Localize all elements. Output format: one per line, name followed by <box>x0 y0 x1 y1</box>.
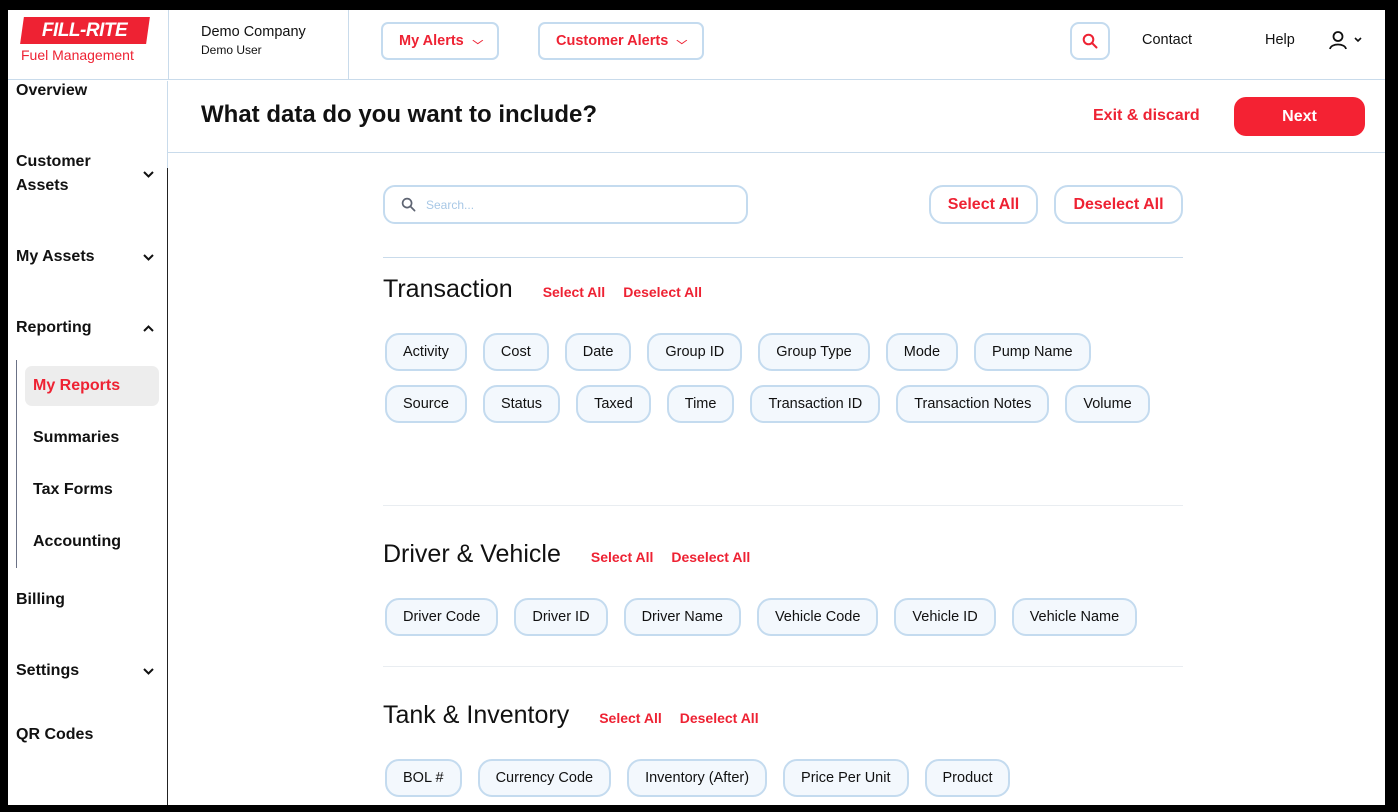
user-icon <box>1329 31 1347 50</box>
field-chip[interactable]: Currency Code <box>477 759 612 797</box>
contact-link[interactable]: Contact <box>1142 32 1192 48</box>
section-deselect-all[interactable]: Deselect All <box>680 710 759 726</box>
customer-alerts-dropdown[interactable]: Customer Alerts ⌵ <box>538 22 704 60</box>
logo-badge: FILL-RITE <box>20 17 150 44</box>
section-select-all[interactable]: Select All <box>543 284 606 300</box>
chevron-up-icon <box>143 324 154 332</box>
sidebar: Overview Customer Assets My Assets Repor… <box>8 81 167 805</box>
help-link[interactable]: Help <box>1265 32 1295 48</box>
field-chip[interactable]: Driver ID <box>514 598 608 636</box>
my-alerts-dropdown[interactable]: My Alerts ⌵ <box>381 22 500 60</box>
field-chip[interactable]: Driver Name <box>623 598 741 636</box>
field-chip[interactable]: BOL # <box>385 759 462 797</box>
search-icon <box>1082 33 1098 49</box>
deselect-all-button[interactable]: Deselect All <box>1054 185 1183 224</box>
chevron-down-icon: ⌵ <box>472 35 483 47</box>
section-deselect-all[interactable]: Deselect All <box>671 549 750 565</box>
chip-list: BOL # Currency Code Inventory (After) Price… <box>385 759 1185 797</box>
my-alerts-label: My Alerts <box>399 33 464 49</box>
field-chip[interactable]: Group Type <box>758 333 870 371</box>
chevron-down-icon <box>143 667 154 675</box>
field-chip[interactable]: Vehicle Code <box>756 598 879 636</box>
app-window: FILL-RITE Fuel Management Demo Company D… <box>8 10 1385 805</box>
customer-alerts-label: Customer Alerts <box>556 33 669 49</box>
section-deselect-all[interactable]: Deselect All <box>623 284 702 300</box>
divider <box>383 505 1183 506</box>
sidebar-divider <box>167 168 168 805</box>
field-search[interactable] <box>383 185 748 224</box>
field-chip[interactable]: Mode <box>885 333 959 371</box>
section-header-transaction: Transaction Select All Deselect All <box>383 275 702 304</box>
sidebar-item-customer-assets[interactable]: Customer Assets <box>16 150 158 198</box>
field-chip[interactable]: Taxed <box>576 385 651 423</box>
field-chip[interactable]: Pump Name <box>974 333 1091 371</box>
field-chip[interactable]: Time <box>666 385 735 423</box>
select-all-button[interactable]: Select All <box>929 185 1038 224</box>
sidebar-subitem-accounting[interactable]: Accounting <box>25 522 159 562</box>
sidebar-subitem-my-reports[interactable]: My Reports <box>25 366 159 406</box>
section-title: Tank & Inventory <box>383 701 570 729</box>
section-select-all[interactable]: Select All <box>599 710 662 726</box>
field-chip[interactable]: Transaction Notes <box>896 385 1050 423</box>
section-header-tank-inventory: Tank & Inventory Select All Deselect All <box>383 701 759 730</box>
divider <box>383 257 1183 258</box>
field-chip[interactable]: Vehicle Name <box>1011 598 1138 636</box>
field-chip[interactable]: Driver Code <box>385 598 499 636</box>
sidebar-subitem-summaries[interactable]: Summaries <box>25 418 159 458</box>
logo-subtitle: Fuel Management <box>21 47 134 63</box>
field-chip[interactable]: Source <box>385 385 467 423</box>
field-chip[interactable]: Inventory (After) <box>627 759 768 797</box>
section-select-all[interactable]: Select All <box>591 549 654 565</box>
sidebar-item-settings[interactable]: Settings <box>16 659 158 683</box>
field-chip[interactable]: Price Per Unit <box>783 759 909 797</box>
field-chip[interactable]: Volume <box>1065 385 1150 423</box>
user-name: Demo User <box>201 43 262 57</box>
search-input[interactable] <box>426 197 716 212</box>
sidebar-item-qr-codes[interactable]: QR Codes <box>16 723 158 747</box>
chevron-down-icon <box>143 253 154 261</box>
field-chip[interactable]: Group ID <box>647 333 743 371</box>
chevron-down-icon <box>1354 37 1362 43</box>
sidebar-item-my-assets[interactable]: My Assets <box>16 245 158 269</box>
field-chip[interactable]: Activity <box>385 333 467 371</box>
sidebar-item-billing[interactable]: Billing <box>16 588 158 612</box>
submenu-rail <box>16 360 17 568</box>
next-button[interactable]: Next <box>1234 97 1365 136</box>
fill-rite-logo[interactable]: FILL-RITE Fuel Management <box>20 17 154 63</box>
exit-discard-link[interactable]: Exit & discard <box>1093 107 1200 125</box>
divider <box>383 666 1183 667</box>
chevron-down-icon: ⌵ <box>676 35 688 47</box>
sidebar-subitem-tax-forms[interactable]: Tax Forms <box>25 470 159 510</box>
header-search-button[interactable] <box>1070 22 1110 60</box>
field-chip[interactable]: Status <box>482 385 561 423</box>
sidebar-item-overview[interactable]: Overview <box>16 79 158 103</box>
sidebar-item-reporting[interactable]: Reporting <box>16 316 158 340</box>
field-chip[interactable]: Vehicle ID <box>894 598 996 636</box>
field-chip[interactable]: Product <box>924 759 1011 797</box>
field-chip[interactable]: Cost <box>482 333 549 371</box>
section-title: Transaction <box>383 275 513 303</box>
user-menu[interactable] <box>1328 30 1362 50</box>
company-name: Demo Company <box>201 24 306 40</box>
page-title: What data do you want to include? <box>201 101 597 128</box>
chevron-down-icon <box>143 170 154 178</box>
field-chip[interactable]: Date <box>564 333 632 371</box>
account-info: Demo Company Demo User <box>168 10 349 80</box>
chip-list: Driver Code Driver ID Driver Name Vehicle C… <box>385 598 1185 636</box>
section-title: Driver & Vehicle <box>383 540 561 568</box>
page-titlebar: What data do you want to include? Exit &… <box>168 81 1385 153</box>
search-icon <box>401 197 416 212</box>
top-header: FILL-RITE Fuel Management Demo Company D… <box>8 10 1385 80</box>
chip-list: Activity Cost Date Group ID Group Type Mode Pu… <box>385 333 1185 423</box>
field-chip[interactable]: Transaction ID <box>750 385 881 423</box>
section-header-driver-vehicle: Driver & Vehicle Select All Deselect All <box>383 540 750 569</box>
